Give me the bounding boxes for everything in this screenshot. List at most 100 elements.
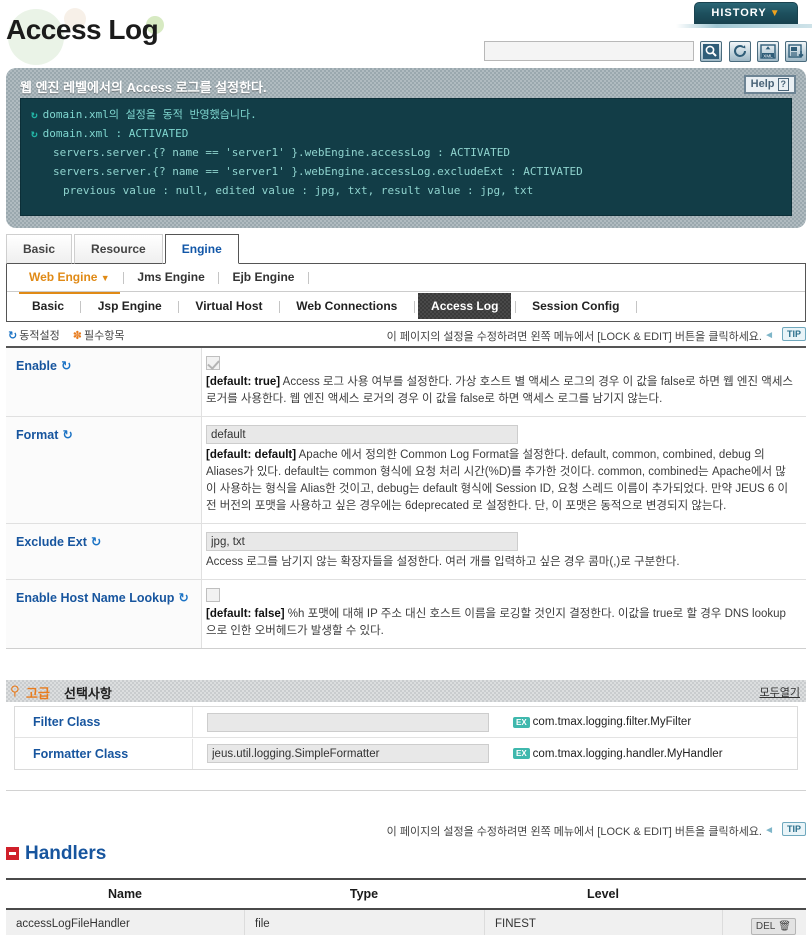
subtab-web-connections[interactable]: Web Connections <box>283 292 410 320</box>
handlers-tip-row: 이 페이지의 설정을 수정하려면 왼쪽 메뉴에서 [LOCK & EDIT] 버… <box>6 820 806 838</box>
xml-export-icon[interactable]: XML <box>757 41 780 62</box>
formatter-class-label: Formatter Class <box>15 738 193 769</box>
handlers-title: Handlers <box>6 843 106 865</box>
info-heading: 웹 엔진 레벨에서의 Access 로그를 설정한다. <box>20 80 267 95</box>
help-button-label: Help <box>750 78 775 90</box>
dynamic-setting-icon: ↻ <box>8 330 18 342</box>
search-input[interactable] <box>484 41 694 61</box>
divider <box>218 271 220 284</box>
filter-class-input[interactable] <box>207 712 489 732</box>
setting-description-format: [default: default] Apache 에서 정의한 Common … <box>206 447 796 515</box>
filter-class-label: Filter Class <box>15 707 193 737</box>
setting-description-enable: [default: true] Access 로그 사용 여부를 설정한다. 가… <box>206 374 796 408</box>
required-star-icon: ✽ <box>72 330 82 342</box>
tabs-level2: Web Engine ▼ Jms Engine Ejb Engine <box>7 264 805 294</box>
tab-engine[interactable]: Engine <box>164 234 239 264</box>
subtab-jsp-engine[interactable]: Jsp Engine <box>85 292 175 320</box>
divider <box>635 300 637 313</box>
filter-class-example: com.tmax.logging.filter.MyFilter <box>532 716 692 728</box>
legend-row: ↻ 동적설정 ✽ 필수항목 이 페이지의 설정을 수정하려면 왼쪽 메뉴에서 [LO… <box>6 325 806 345</box>
divider <box>413 300 415 313</box>
divider <box>278 300 280 313</box>
legend-required-label: 필수항목 <box>83 330 125 342</box>
delete-button-label: DEL <box>755 921 776 932</box>
help-button[interactable]: Help? <box>743 75 796 94</box>
handlers-table: Name Type Level accessLogFileHandler fil… <box>6 878 806 935</box>
setting-label-text: Enable <box>16 359 57 373</box>
description-text: %h 포맷에 대해 IP 주소 대신 호스트 이름을 로깅할 것인지 결정한다.… <box>206 608 786 637</box>
formatter-class-input[interactable] <box>207 744 489 763</box>
setting-label-text: Enable Host Name Lookup <box>16 591 175 605</box>
setting-row-enable: Enable ↻ [default: true] Access 로그 사용 여부를… <box>6 348 806 417</box>
subtab-ejb-engine[interactable]: Ejb Engine <box>222 264 304 291</box>
subtab-virtual-host[interactable]: Virtual Host <box>182 292 275 320</box>
formatter-class-value: EX com.tmax.logging.handler.MyHandler <box>193 744 797 763</box>
tabs-level1: Basic Resource Engine <box>6 234 806 266</box>
handler-type: file <box>244 910 484 935</box>
message-text: domain.xml : ACTIVATED <box>42 127 189 140</box>
setting-label-format: Format ↻ <box>6 417 202 523</box>
setting-row-exclude-ext: Exclude Ext↻ Access 로그를 남기지 않는 확장자들을 설정한… <box>6 524 806 580</box>
refresh-glyph-icon: ↻ <box>31 127 38 140</box>
column-header-name: Name <box>107 887 143 901</box>
tip-badge: TIP <box>781 822 806 836</box>
message-line: servers.server.{? name == 'server1' }.we… <box>53 165 583 178</box>
default-label: [default: default] <box>206 449 297 461</box>
setting-description-exclude-ext: Access 로그를 남기지 않는 확장자들을 설정한다. 여러 개를 입력하고… <box>206 554 796 571</box>
handlers-tip-message: 이 페이지의 설정을 수정하려면 왼쪽 메뉴에서 [LOCK & EDIT] 버… <box>386 826 762 838</box>
column-header-level: Level <box>587 887 619 901</box>
advanced-row-filter-class: Filter Class EX com.tmax.logging.filter.… <box>15 707 797 738</box>
example-badge: EX <box>513 748 530 759</box>
tabs-level3: Basic Jsp Engine Virtual Host Web Connec… <box>7 292 805 321</box>
handlers-title-text: Handlers <box>25 843 107 864</box>
subtab-basic[interactable]: Basic <box>19 292 77 320</box>
question-mark-icon: ? <box>777 78 789 91</box>
handlers-marker-icon <box>6 847 19 860</box>
settings-table: Enable ↻ [default: true] Access 로그 사용 여부를… <box>6 346 806 649</box>
setting-value-enable: [default: true] Access 로그 사용 여부를 설정한다. 가… <box>202 348 806 416</box>
subtab-session-config[interactable]: Session Config <box>519 292 632 320</box>
search-icon[interactable] <box>700 41 723 62</box>
exclude-ext-input[interactable] <box>206 532 518 551</box>
setting-value-host-name-lookup: [default: false] %h 포맷에 대해 IP 주소 대신 호스트 … <box>202 580 806 648</box>
formatter-class-example: com.tmax.logging.handler.MyHandler <box>532 747 723 760</box>
access-log-page: HISTORY ▼ Access Log XML 웹 엔진 레벨에서의 Acces… <box>0 0 812 935</box>
dynamic-setting-icon: ↻ <box>62 428 73 442</box>
setting-label-host-name-lookup: Enable Host Name Lookup ↻ <box>6 580 202 648</box>
dynamic-setting-icon: ↻ <box>90 535 102 549</box>
refresh-icon[interactable] <box>728 41 751 62</box>
advanced-bulb-icon: ⚲ <box>10 683 20 698</box>
tip-badge: TIP <box>781 327 806 341</box>
top-strip <box>0 0 812 8</box>
tab-basic[interactable]: Basic <box>6 234 73 264</box>
open-all-link[interactable]: 모두열기 <box>760 684 800 700</box>
subtab-jms-engine[interactable]: Jms Engine <box>127 264 214 291</box>
tip-arrow-icon: ◄ <box>764 330 774 341</box>
message-line: previous value : null, edited value : jp… <box>63 184 534 197</box>
setting-value-format: [default: default] Apache 에서 정의한 Common … <box>202 417 806 523</box>
setting-row-host-name-lookup: Enable Host Name Lookup ↻ [default: false… <box>6 580 806 648</box>
enable-checkbox[interactable] <box>206 356 220 370</box>
delete-handler-button[interactable]: DEL 🗑 <box>750 918 796 935</box>
subtab-web-engine[interactable]: Web Engine ▼ <box>19 264 120 294</box>
format-input[interactable] <box>206 425 518 444</box>
setting-label-exclude-ext: Exclude Ext ↻ <box>6 524 202 579</box>
setting-row-format: Format↻ [default: default] Apache 에서 정의한… <box>6 417 806 524</box>
description-text: Access 로그를 남기지 않는 확장자들을 설정한다. 여러 개를 입력하고… <box>206 556 680 568</box>
handler-name: accessLogFileHandler <box>16 918 130 930</box>
section-divider <box>6 790 806 791</box>
info-panel: 웹 엔진 레벨에서의 Access 로그를 설정한다. Help? ↻ domai… <box>6 68 806 228</box>
dynamic-setting-icon: ↻ <box>61 359 72 373</box>
subtab-access-log[interactable]: Access Log <box>418 293 511 319</box>
host-name-lookup-checkbox[interactable] <box>206 588 220 602</box>
report-export-icon[interactable] <box>785 41 808 62</box>
advanced-section-body: Filter Class EX com.tmax.logging.filter.… <box>14 706 798 770</box>
legend-left: ↻ 동적설정 ✽ 필수항목 <box>8 327 124 343</box>
refresh-glyph-icon: ↻ <box>31 108 38 121</box>
filter-class-value: EX com.tmax.logging.filter.MyFilter <box>193 712 797 732</box>
message-box: ↻ domain.xml의 설정을 동적 반영했습니다. ↻ domain.xml … <box>20 98 792 216</box>
tab-resource[interactable]: Resource <box>74 234 163 264</box>
divider <box>307 271 309 284</box>
dynamic-setting-icon: ↻ <box>178 591 189 605</box>
subtab-web-engine-label: Web Engine <box>29 270 98 284</box>
